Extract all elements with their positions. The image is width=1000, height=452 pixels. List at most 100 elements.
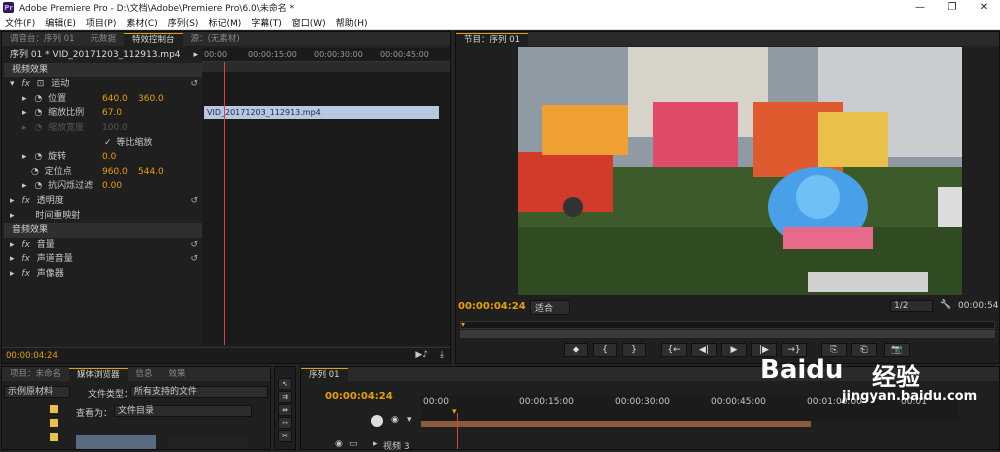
tab-sequence-01[interactable]: 序列 01 xyxy=(301,368,348,381)
go-to-in-button[interactable]: {← xyxy=(661,343,687,357)
position-y-value[interactable]: 360.0 xyxy=(138,92,164,107)
expand-arrow-icon[interactable]: ▸ xyxy=(193,48,198,63)
selection-tool-icon[interactable]: ↖ xyxy=(278,378,292,390)
file-type-dropdown[interactable]: 所有支持的文件 xyxy=(130,386,268,398)
lock-icon[interactable]: ▭ xyxy=(349,439,358,449)
disclosure-triangle-icon[interactable]: ▸ xyxy=(22,152,27,162)
add-marker-button[interactable]: ⬥ xyxy=(564,343,588,357)
anchor-y-value[interactable]: 544.0 xyxy=(138,165,164,180)
tab-source[interactable]: 源：(无素材) xyxy=(183,33,248,46)
program-timecode[interactable]: 00:00:04:24 xyxy=(458,301,526,312)
tab-effect-controls[interactable]: 特效控制台 xyxy=(124,33,183,46)
menu-project[interactable]: 项目(P) xyxy=(81,16,121,29)
disclosure-triangle-icon[interactable]: ▾ xyxy=(10,79,15,89)
mark-in-button[interactable]: { xyxy=(593,343,617,357)
set-marker-icon[interactable]: ◉ xyxy=(391,415,399,425)
track-disclosure-icon[interactable]: ▸ xyxy=(373,439,378,449)
timeline-playhead[interactable] xyxy=(457,413,458,449)
reset-motion-button[interactable]: ↺ xyxy=(190,77,198,92)
menu-file[interactable]: 文件(F) xyxy=(0,16,40,29)
stopwatch-icon[interactable]: ◔ xyxy=(34,108,42,118)
menu-edit[interactable]: 编辑(E) xyxy=(40,16,81,29)
disclosure-triangle-icon[interactable]: ▸ xyxy=(22,94,27,104)
mark-out-button[interactable]: } xyxy=(622,343,646,357)
fx-badge[interactable]: fx xyxy=(21,196,30,206)
folder-icon[interactable] xyxy=(50,419,58,427)
marker-icon[interactable]: ▾ xyxy=(407,415,412,425)
rolling-edit-tool-icon[interactable]: ⇿ xyxy=(278,417,292,429)
wrench-icon[interactable]: 🔧 xyxy=(940,300,951,310)
eye-icon[interactable]: ◉ xyxy=(335,439,343,449)
disclosure-triangle-icon[interactable]: ▸ xyxy=(10,254,15,264)
reset-opacity-button[interactable]: ↺ xyxy=(190,194,198,209)
disclosure-triangle-icon[interactable]: ▸ xyxy=(10,211,15,221)
stopwatch-icon[interactable]: ◔ xyxy=(31,167,39,177)
tab-project[interactable]: 项目：未命名 xyxy=(2,368,69,381)
source-dropdown[interactable]: 示例原材料 xyxy=(4,386,70,398)
effect-ruler[interactable]: 00:00 00:00:15:00 00:00:30:00 00:00:45:0… xyxy=(202,48,450,62)
anchor-x-value[interactable]: 960.0 xyxy=(102,165,128,180)
folder-icon[interactable] xyxy=(50,405,58,413)
quality-dropdown[interactable]: 1/2 xyxy=(890,300,934,312)
timeline-timecode[interactable]: 00:00:04:24 xyxy=(325,391,393,402)
stopwatch-icon[interactable]: ◔ xyxy=(34,94,42,104)
play-audio-icon[interactable]: ▶♪ xyxy=(415,350,428,360)
minimize-button[interactable]: — xyxy=(904,0,936,15)
menu-marker[interactable]: 标记(M) xyxy=(203,16,246,29)
fx-badge[interactable]: fx xyxy=(21,79,30,89)
reset-volume-button[interactable]: ↺ xyxy=(190,238,198,253)
menu-window[interactable]: 窗口(W) xyxy=(287,16,331,29)
uniform-scale-checkbox[interactable]: ✓ xyxy=(104,138,112,148)
effect-timeline-area[interactable]: 00:00 00:00:15:00 00:00:30:00 00:00:45:0… xyxy=(202,48,450,345)
position-x-value[interactable]: 640.0 xyxy=(102,92,128,107)
fx-badge[interactable]: fx xyxy=(21,269,30,279)
tab-audio-mixer[interactable]: 调音台：序列 01 xyxy=(2,33,83,46)
tab-effects[interactable]: 效果 xyxy=(161,368,194,381)
stopwatch-icon[interactable]: ◔ xyxy=(34,152,42,162)
step-back-button[interactable]: ◀| xyxy=(691,343,717,357)
anti-flicker-value[interactable]: 0.00 xyxy=(102,179,122,194)
menu-clip[interactable]: 素材(C) xyxy=(121,16,162,29)
ec-timecode[interactable]: 00:00:04:24 xyxy=(6,351,58,361)
restore-button[interactable]: ❐ xyxy=(936,0,968,15)
fx-badge[interactable]: fx xyxy=(21,240,30,250)
media-thumbnail[interactable] xyxy=(76,435,156,449)
zoom-scrollbar[interactable] xyxy=(460,330,995,338)
tab-info[interactable]: 信息 xyxy=(128,368,161,381)
track-select-tool-icon[interactable]: ⇉ xyxy=(278,391,292,403)
media-thumbnail[interactable] xyxy=(168,435,248,449)
disclosure-triangle-icon[interactable]: ▸ xyxy=(10,269,15,279)
ripple-edit-tool-icon[interactable]: ⇹ xyxy=(278,404,292,416)
scrubber-playhead-icon[interactable]: ▾ xyxy=(461,320,465,329)
export-icon[interactable]: ⤓ xyxy=(440,350,444,360)
clip-bar[interactable]: VID_20171203_112913.mp4 xyxy=(204,106,439,119)
disclosure-triangle-icon[interactable]: ▸ xyxy=(22,108,27,118)
scale-value[interactable]: 67.0 xyxy=(102,106,122,121)
menu-help[interactable]: 帮助(H) xyxy=(331,16,373,29)
rotation-value[interactable]: 0.0 xyxy=(102,150,116,165)
disclosure-triangle-icon[interactable]: ▸ xyxy=(10,240,15,250)
razor-tool-icon[interactable]: ✂ xyxy=(278,430,292,442)
tab-metadata[interactable]: 元数据 xyxy=(83,33,125,46)
timeline-playhead-icon[interactable]: ▾ xyxy=(452,407,457,417)
folder-icon[interactable] xyxy=(50,433,58,441)
tab-media-browser[interactable]: 媒体浏览器 xyxy=(69,368,128,381)
close-button[interactable]: ✕ xyxy=(968,0,1000,15)
snap-icon[interactable] xyxy=(371,415,383,427)
work-area-bar[interactable] xyxy=(421,421,811,427)
scale-width-value: 100.0 xyxy=(102,122,128,133)
view-as-dropdown[interactable]: 文件目录 xyxy=(114,405,252,417)
program-scrubber[interactable]: ▾ xyxy=(460,320,995,329)
stopwatch-icon[interactable]: ◔ xyxy=(34,181,42,191)
program-video-frame[interactable] xyxy=(518,47,962,295)
reset-channel-volume-button[interactable]: ↺ xyxy=(190,252,198,267)
fit-dropdown[interactable]: 适合 xyxy=(530,300,571,315)
fx-badge[interactable]: fx xyxy=(21,254,30,264)
menu-title[interactable]: 字幕(T) xyxy=(246,16,287,29)
play-button[interactable]: ▶ xyxy=(721,343,747,357)
disclosure-triangle-icon[interactable]: ▸ xyxy=(22,181,27,191)
disclosure-triangle-icon[interactable]: ▸ xyxy=(10,196,15,206)
playhead[interactable] xyxy=(224,62,225,345)
tab-program[interactable]: 节目：序列 01 xyxy=(456,33,529,46)
menu-sequence[interactable]: 序列(S) xyxy=(163,16,204,29)
